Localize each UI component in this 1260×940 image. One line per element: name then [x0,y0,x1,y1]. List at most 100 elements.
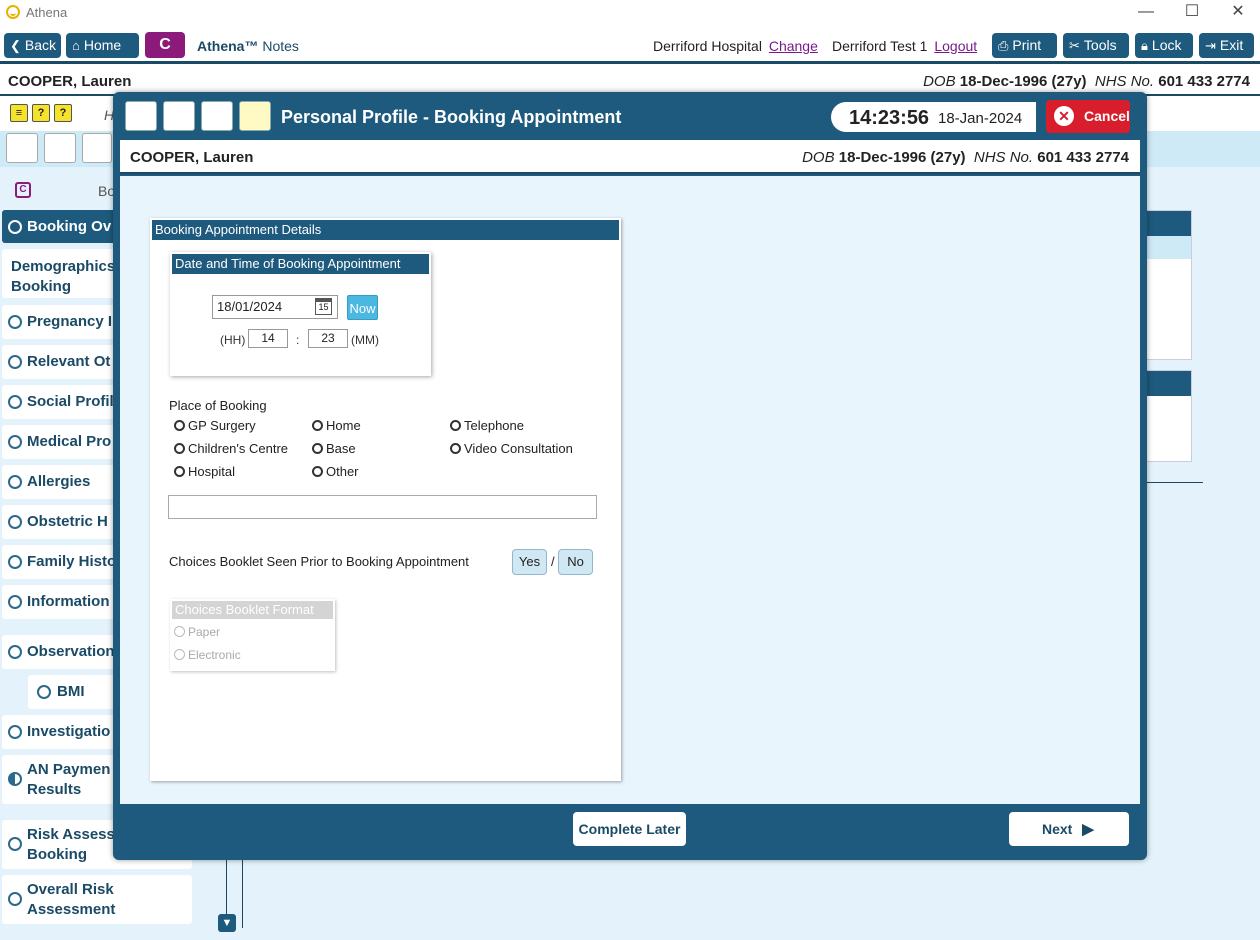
place-telephone-radio[interactable]: Telephone [445,418,524,433]
notepad-icon[interactable] [239,101,271,131]
next-label: Next [1042,821,1073,837]
sidebar-item-overall-risk[interactable]: Overall Risk Assessment [2,875,192,924]
person-icon[interactable] [82,133,112,163]
chevron-left-icon: ❮ [10,38,21,53]
tools-button[interactable]: ✂ Tools [1063,33,1129,58]
booklet-format-box: Choices Booklet Format Paper Electronic [170,599,335,671]
panel-title: Booking Appointment Details [152,220,619,240]
place-childrens-centre-radio[interactable]: Children's Centre [169,441,288,456]
alert-list-icon[interactable]: ≡ [10,104,28,122]
close-window-button[interactable]: ✕ [1224,2,1252,22]
radio-icon [174,443,185,454]
patient-name: COOPER, Lauren [130,149,254,166]
patient-ids: DOB 18-Dec-1996 (27y) NHS No. 601 433 27… [802,149,1129,166]
status-radio-icon [8,395,22,409]
time-colon: : [296,333,300,347]
place-video-radio[interactable]: Video Consultation [445,441,573,456]
date-value: 18/01/2024 [217,299,283,314]
exit-button[interactable]: ⇥ Exit [1199,33,1254,58]
cancel-button[interactable]: ✕ Cancel [1046,100,1130,133]
sidebar-label: Observation [27,643,115,660]
half-status-icon [8,772,22,786]
radio-icon [174,420,185,431]
booking-appointment-modal: Personal Profile - Booking Appointment 1… [113,92,1147,860]
yes-button[interactable]: Yes [512,549,547,575]
sidebar-label: Demographics Booking [11,258,116,295]
lock-label: Lock [1151,37,1182,53]
minute-input[interactable]: 23 [308,329,348,348]
maximize-button[interactable]: ☐ [1178,2,1206,22]
format-electronic-radio: Electronic [172,648,241,662]
status-radio-icon [8,892,22,906]
modal-title: Personal Profile - Booking Appointment [281,107,622,127]
c-button[interactable]: C [145,32,185,58]
star-icon[interactable] [125,101,157,131]
place-home-radio[interactable]: Home [307,418,361,433]
star-icon[interactable] [6,133,38,163]
radio-icon [450,443,461,454]
tools-label: Tools [1083,37,1117,53]
sidebar-label: AN Paymen Results [27,761,111,798]
window-title: Athena [26,5,68,20]
sidebar-label: Overall Risk Assessment [27,881,116,918]
help-icon-2[interactable]: ? [54,104,72,122]
minimize-button[interactable]: — [1132,2,1160,22]
status-radio-icon [8,837,22,851]
place-of-booking-label: Place of Booking [169,398,267,413]
print-button[interactable]: ⎙ Print [992,33,1057,58]
date-time-box: Date and Time of Booking Appointment 18/… [170,252,431,376]
change-hospital-link[interactable]: Change [769,38,818,54]
sidebar-label: Family Histo [27,553,117,570]
scroll-down-icon[interactable]: ▼ [218,914,236,932]
pill-icon[interactable] [44,133,76,163]
status-radio-icon [8,475,22,489]
format-paper-radio: Paper [172,625,220,639]
dob-label: DOB [802,149,835,166]
lock-button[interactable]: 🔒︎ Lock [1135,33,1193,58]
status-radio-icon [8,595,22,609]
place-base-radio[interactable]: Base [307,441,356,456]
help-icon[interactable]: ? [32,104,50,122]
sidebar-label: Pregnancy I [27,313,113,330]
place-label: Children's Centre [188,441,289,456]
sidebar-label: Risk Assess Booking [27,826,115,863]
place-label: Hospital [188,464,235,479]
complete-later-button[interactable]: Complete Later [573,812,686,846]
booklet-format-title: Choices Booklet Format [172,601,333,619]
calendar-icon[interactable]: 15 [315,298,332,315]
now-button[interactable]: Now [347,295,378,320]
play-arrow-icon: ▶ [1082,821,1094,838]
sidebar-label: Social Profil [27,393,114,410]
place-gp-radio[interactable]: GP Surgery [169,418,256,433]
back-button[interactable]: ❮ Back [4,33,61,58]
radio-icon [174,466,185,477]
booking-date-input[interactable]: 18/01/2024 15 [212,295,338,319]
logout-link[interactable]: Logout [934,38,977,54]
hospital-info: Derriford Hospital Change [653,38,818,54]
status-radio-icon [8,220,22,234]
timeline-bar-2 [242,860,243,928]
place-other-input[interactable] [168,495,597,519]
status-radio-icon [8,555,22,569]
calendar-day: 15 [318,302,329,312]
hour-input[interactable]: 14 [248,329,288,348]
user-name: Derriford Test 1 [832,38,928,54]
next-button[interactable]: Next ▶ [1009,812,1129,846]
format-label: Electronic [188,648,241,662]
pill-icon[interactable] [163,101,195,131]
dob-value: 18-Dec-1996 (27y) [838,149,966,166]
place-hospital-radio[interactable]: Hospital [169,464,235,479]
no-button[interactable]: No [558,549,593,575]
person-arrow-icon[interactable] [201,101,233,131]
home-icon: ⌂ [72,38,80,53]
sidebar-label: Information [27,593,110,610]
place-other-radio[interactable]: Other [307,464,359,479]
place-label: Telephone [464,418,524,433]
status-radio-icon [8,315,22,329]
lock-icon: 🔒︎ [1141,38,1148,53]
home-button[interactable]: ⌂ Home [66,33,139,58]
status-radio-icon [8,355,22,369]
modal-body: Booking Appointment Details Date and Tim… [120,176,1140,804]
mm-label: (MM) [351,333,379,347]
radio-icon [312,466,323,477]
